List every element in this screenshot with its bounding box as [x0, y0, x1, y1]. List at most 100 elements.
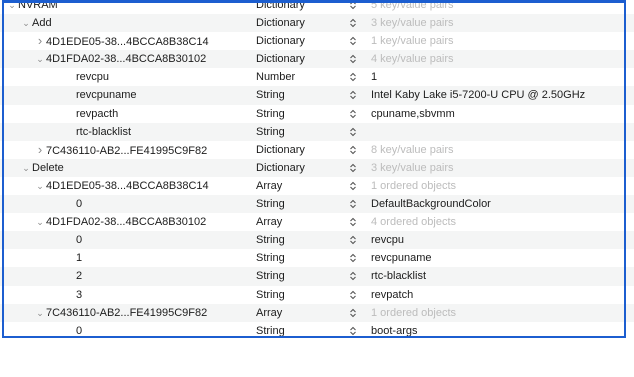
row-type-cell[interactable]: Dictionary	[256, 159, 305, 177]
row-key-label: Add	[32, 17, 52, 30]
chevron-down-icon[interactable]: ⌄	[20, 14, 32, 32]
chevron-down-icon[interactable]: ⌄	[34, 304, 46, 322]
row-key-cell: 1	[76, 249, 82, 267]
row-value-cell[interactable]: cpuname,sbvmm	[371, 105, 455, 123]
row-key-label: 4D1EDE05-38...4BCCA8B38C14	[46, 36, 209, 49]
row-key-cell: rtc-blacklist	[76, 123, 131, 141]
row-value-cell[interactable]: boot-args	[371, 322, 417, 340]
chevron-down-icon[interactable]: ⌄	[34, 213, 46, 231]
row-type-cell[interactable]: Dictionary	[256, 141, 305, 159]
row-type-cell[interactable]: String	[256, 286, 285, 304]
plist-row[interactable]: ⌄ Add Dictionary 3 key/value pairs	[0, 14, 634, 33]
plist-row[interactable]: 0 String revcpu	[0, 231, 634, 250]
plist-row[interactable]: ⌄ 4D1FDA02-38...4BCCA8B30102 Array 4 ordere…	[0, 213, 634, 231]
row-value-cell[interactable]: 1	[371, 68, 377, 86]
plist-row[interactable]: 3 String revpatch	[0, 286, 634, 304]
row-key-cell: 0	[76, 322, 82, 340]
up-down-stepper-icon[interactable]	[349, 109, 357, 119]
up-down-stepper-icon[interactable]	[349, 145, 357, 155]
row-key-label: 7C436110-AB2...FE41995C9F82	[46, 306, 208, 319]
up-down-stepper-icon[interactable]	[349, 18, 357, 28]
row-type-cell[interactable]: Dictionary	[256, 14, 305, 32]
row-key-label: Delete	[32, 161, 64, 174]
up-down-stepper-icon[interactable]	[349, 217, 357, 227]
up-down-stepper-icon[interactable]	[349, 127, 357, 137]
row-key-label: rtc-blacklist	[76, 125, 132, 138]
plist-row[interactable]: 0 String boot-args	[0, 322, 634, 340]
row-type-cell[interactable]: String	[256, 267, 285, 285]
row-type-cell[interactable]: Dictionary	[256, 32, 305, 50]
plist-row[interactable]: 2 String rtc-blacklist	[0, 267, 634, 286]
plist-row[interactable]: rtc-blacklist String	[0, 122, 634, 141]
row-type-cell[interactable]: String	[256, 86, 285, 104]
row-type-cell[interactable]: Number	[256, 68, 295, 86]
row-value-cell[interactable]: revcpu	[371, 231, 404, 249]
up-down-stepper-icon[interactable]	[349, 72, 357, 82]
row-type-cell[interactable]: Array	[256, 304, 282, 322]
row-type-cell[interactable]: Array	[256, 213, 282, 231]
row-summary-text: 1 ordered objects	[371, 179, 456, 192]
row-key-cell: revcpu	[76, 68, 109, 86]
plist-row[interactable]: › 4D1EDE05-38...4BCCA8B38C14 Dictionary 1 k…	[0, 32, 634, 50]
row-summary-text: 1 ordered objects	[371, 306, 456, 319]
row-key-cell: revpacth	[76, 105, 118, 123]
row-type-cell[interactable]: String	[256, 123, 285, 141]
up-down-stepper-icon[interactable]	[349, 290, 357, 300]
up-down-stepper-icon[interactable]	[349, 235, 357, 245]
up-down-stepper-icon[interactable]	[349, 253, 357, 263]
plist-row[interactable]: revcpuname String Intel Kaby Lake i5-7200-…	[0, 86, 634, 105]
row-value-cell[interactable]: revpatch	[371, 286, 413, 304]
row-type-cell[interactable]: String	[256, 195, 285, 213]
row-summary-text: 1 key/value pairs	[371, 35, 454, 48]
up-down-stepper-icon[interactable]	[349, 36, 357, 46]
row-key-cell: 0	[76, 231, 82, 249]
up-down-stepper-icon[interactable]	[349, 181, 357, 191]
plist-row[interactable]: ⌄ 4D1EDE05-38...4BCCA8B38C14 Array 1 ordere…	[0, 177, 634, 195]
row-key-cell: › 4D1EDE05-38...4BCCA8B38C14	[34, 32, 209, 51]
row-key-cell: ⌄ 7C436110-AB2...FE41995C9F82	[34, 304, 207, 322]
row-key-cell: 0	[76, 195, 82, 213]
row-type-cell[interactable]: String	[256, 249, 285, 267]
row-type-cell[interactable]: String	[256, 105, 285, 123]
row-summary-text: 4 key/value pairs	[371, 53, 454, 66]
row-value-cell[interactable]: DefaultBackgroundColor	[371, 195, 491, 213]
plist-row[interactable]: 0 String DefaultBackgroundColor	[0, 195, 634, 214]
plist-row[interactable]: ⌄ Delete Dictionary 3 key/value pairs	[0, 158, 634, 177]
row-type-cell[interactable]: String	[256, 231, 285, 249]
chevron-right-icon[interactable]: ›	[34, 32, 46, 50]
row-type-cell[interactable]: Dictionary	[256, 50, 305, 68]
up-down-stepper-icon[interactable]	[349, 271, 357, 281]
row-type-cell[interactable]: String	[256, 322, 285, 340]
row-key-label: 4D1FDA02-38...4BCCA8B30102	[46, 216, 207, 229]
up-down-stepper-icon[interactable]	[349, 90, 357, 100]
up-down-stepper-icon[interactable]	[349, 54, 357, 64]
chevron-right-icon[interactable]: ›	[34, 141, 46, 159]
plist-row[interactable]: › 7C436110-AB2...FE41995C9F82 Dictionary 8 …	[0, 141, 634, 159]
row-summary-text: 8 key/value pairs	[371, 143, 454, 156]
plist-row[interactable]: revpacth String cpuname,sbvmm	[0, 105, 634, 123]
up-down-stepper-icon[interactable]	[349, 326, 357, 336]
row-key-label: 0	[76, 198, 83, 211]
selection-top-bar	[2, 0, 626, 3]
plist-row[interactable]: revcpu Number 1	[0, 68, 634, 86]
row-value-cell[interactable]: Intel Kaby Lake i5-7200-U CPU @ 2.50GHz	[371, 86, 585, 104]
row-summary-text: 3 key/value pairs	[371, 17, 454, 30]
row-key-cell: 3	[76, 286, 82, 304]
chevron-down-icon[interactable]: ⌄	[34, 177, 46, 195]
plist-row[interactable]: ⌄ 4D1FDA02-38...4BCCA8B30102 Dictionary 4 k…	[0, 50, 634, 69]
chevron-down-icon[interactable]: ⌄	[20, 159, 32, 177]
up-down-stepper-icon[interactable]	[349, 163, 357, 173]
row-key-cell: 2	[76, 267, 82, 285]
row-key-cell: ⌄ Add	[20, 14, 52, 32]
plist-row[interactable]: 1 String revcpuname	[0, 249, 634, 267]
row-key-label: 1	[76, 252, 83, 265]
row-value-cell[interactable]: rtc-blacklist	[371, 267, 426, 285]
row-key-label: 4D1FDA02-38...4BCCA8B30102	[46, 53, 207, 66]
row-key-cell: ⌄ 4D1FDA02-38...4BCCA8B30102	[34, 213, 206, 231]
row-type-cell[interactable]: Array	[256, 177, 282, 195]
plist-row[interactable]: ⌄ 7C436110-AB2...FE41995C9F82 Array 1 order…	[0, 303, 634, 322]
up-down-stepper-icon[interactable]	[349, 199, 357, 209]
up-down-stepper-icon[interactable]	[349, 308, 357, 318]
chevron-down-icon[interactable]: ⌄	[34, 50, 46, 68]
row-value-cell[interactable]: revcpuname	[371, 249, 432, 267]
